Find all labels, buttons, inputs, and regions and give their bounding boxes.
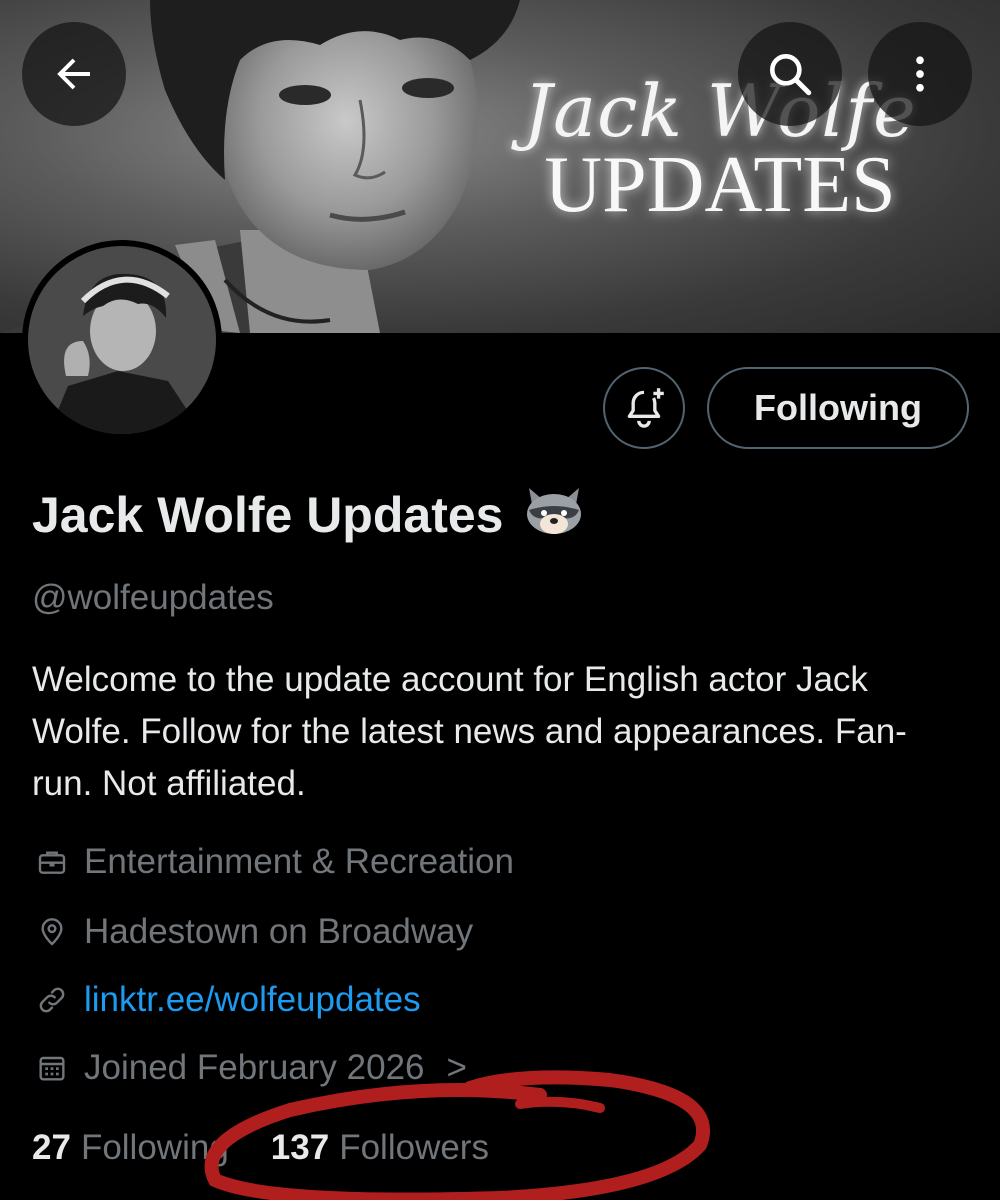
followers-label: Followers <box>339 1128 489 1167</box>
profile-category: Entertainment & Recreation <box>32 842 514 882</box>
profile-location: Hadestown on Broadway <box>32 912 473 952</box>
notifications-button[interactable] <box>603 367 685 449</box>
link-icon <box>32 980 72 1020</box>
following-button[interactable]: Following <box>707 367 969 449</box>
avatar-photo <box>28 246 216 434</box>
following-count: 27 <box>32 1128 71 1167</box>
more-vertical-icon <box>916 56 924 92</box>
avatar[interactable] <box>22 240 222 440</box>
banner-title: Jack Wolfe UPDATES <box>505 75 935 225</box>
followers-stat[interactable]: 137 Followers <box>271 1128 489 1168</box>
joined-text: Joined February 2026 <box>84 1048 425 1087</box>
profile-bio: Welcome to the update account for Englis… <box>32 660 907 803</box>
search-button[interactable] <box>738 22 842 126</box>
arrow-left-icon <box>57 58 90 90</box>
location-pin-icon <box>32 912 72 952</box>
more-options-button[interactable] <box>868 22 972 126</box>
search-icon <box>770 54 812 96</box>
category-text: Entertainment & Recreation <box>84 842 514 881</box>
profile-handle: @wolfeupdates <box>32 578 274 617</box>
calendar-icon <box>32 1048 72 1088</box>
profile-display-name: Jack Wolfe Updates <box>32 484 585 544</box>
website-link[interactable]: linktr.ee/wolfeupdates <box>84 980 421 1020</box>
briefcase-icon <box>32 842 72 882</box>
profile-joined-date[interactable]: Joined February 2026 > <box>32 1048 467 1088</box>
following-label: Following <box>80 1128 229 1167</box>
back-button[interactable] <box>22 22 126 126</box>
profile-website[interactable]: linktr.ee/wolfeupdates <box>32 980 421 1020</box>
display-name-text: Jack Wolfe Updates <box>32 487 504 543</box>
profile-stats: 27 Following 137 Followers <box>32 1128 489 1168</box>
banner-caps-text: UPDATES <box>544 141 896 229</box>
followers-count: 137 <box>270 1128 330 1167</box>
bell-plus-icon <box>627 388 664 428</box>
chevron-right-icon: > <box>446 1048 467 1087</box>
following-stat[interactable]: 27 Following <box>32 1128 229 1168</box>
raccoon-emoji <box>527 488 582 534</box>
location-text: Hadestown on Broadway <box>84 912 474 951</box>
